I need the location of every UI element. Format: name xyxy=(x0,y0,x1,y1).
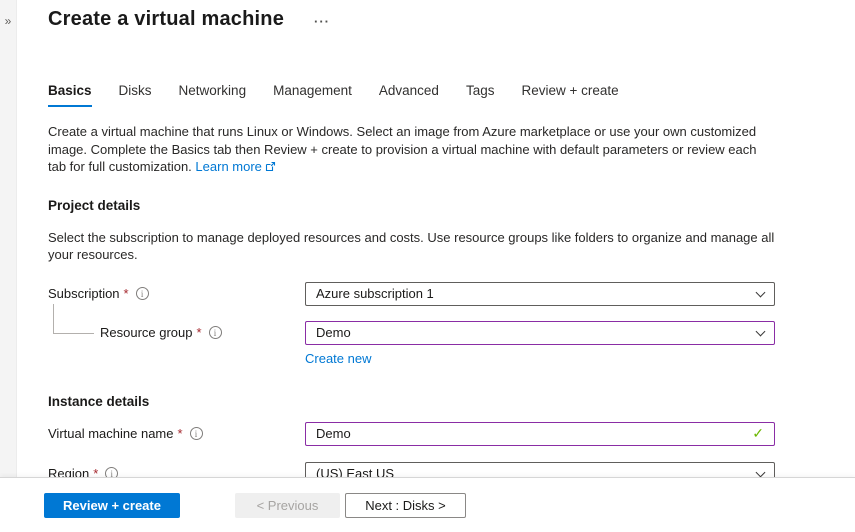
tab-networking[interactable]: Networking xyxy=(179,83,247,107)
parent-child-connector xyxy=(53,304,94,334)
subscription-dropdown[interactable]: Azure subscription 1 xyxy=(305,282,775,306)
chevron-down-icon xyxy=(756,467,766,477)
info-icon[interactable]: i xyxy=(190,427,203,440)
region-dropdown[interactable]: (US) East US xyxy=(305,462,775,478)
page-title: Create a virtual machine xyxy=(48,5,284,33)
required-asterisk: * xyxy=(93,466,98,477)
region-label: Region* i xyxy=(48,466,305,477)
tab-tags[interactable]: Tags xyxy=(466,83,495,107)
required-asterisk: * xyxy=(124,286,129,301)
previous-button[interactable]: < Previous xyxy=(235,493,340,518)
subscription-label: Subscription* i xyxy=(48,286,305,301)
collapsed-sidebar: » xyxy=(0,0,17,477)
info-icon[interactable]: i xyxy=(136,287,149,300)
vm-name-row: Virtual machine name* i ✓ xyxy=(48,422,778,446)
project-details-heading: Project details xyxy=(48,198,778,213)
chevron-down-icon xyxy=(756,326,766,336)
resource-group-value: Demo xyxy=(316,325,351,340)
external-link-icon xyxy=(265,159,276,177)
vm-name-label: Virtual machine name* i xyxy=(48,426,305,441)
tab-review-create[interactable]: Review + create xyxy=(521,83,618,107)
resource-group-row: Resource group* i Demo xyxy=(48,321,778,345)
required-asterisk: * xyxy=(178,426,183,441)
instance-details-form: Virtual machine name* i ✓ Region* i (US)… xyxy=(48,422,778,478)
next-disks-button[interactable]: Next : Disks > xyxy=(345,493,466,518)
resource-group-dropdown[interactable]: Demo xyxy=(305,321,775,345)
tab-management[interactable]: Management xyxy=(273,83,352,107)
instance-details-heading: Instance details xyxy=(48,394,778,409)
blade-header: Create a virtual machine ··· xyxy=(48,5,778,33)
tab-disks[interactable]: Disks xyxy=(119,83,152,107)
validation-check-icon: ✓ xyxy=(752,425,764,442)
region-row: Region* i (US) East US xyxy=(48,462,778,478)
tab-basics[interactable]: Basics xyxy=(48,83,92,107)
info-icon[interactable]: i xyxy=(209,326,222,339)
wizard-footer: Review + create < Previous Next : Disks … xyxy=(0,477,855,532)
info-icon[interactable]: i xyxy=(105,467,118,477)
more-options-icon[interactable]: ··· xyxy=(314,11,330,27)
region-value: (US) East US xyxy=(316,466,394,477)
review-create-button[interactable]: Review + create xyxy=(44,493,180,518)
project-details-form: Subscription* i Azure subscription 1 Res… xyxy=(48,282,778,368)
intro-text: Create a virtual machine that runs Linux… xyxy=(48,123,778,177)
required-asterisk: * xyxy=(197,325,202,340)
subscription-row: Subscription* i Azure subscription 1 xyxy=(48,282,778,306)
create-vm-blade: Create a virtual machine ··· Basics Disk… xyxy=(48,0,778,477)
wizard-tabs: Basics Disks Networking Management Advan… xyxy=(48,83,778,107)
subscription-value: Azure subscription 1 xyxy=(316,286,434,301)
expand-panel-icon[interactable]: » xyxy=(0,14,16,28)
create-new-resource-group-link[interactable]: Create new xyxy=(305,351,371,366)
chevron-down-icon xyxy=(756,287,766,297)
intro-paragraph: Create a virtual machine that runs Linux… xyxy=(48,124,757,174)
learn-more-link[interactable]: Learn more xyxy=(195,159,261,174)
project-details-description: Select the subscription to manage deploy… xyxy=(48,229,778,264)
vm-name-input[interactable] xyxy=(316,426,752,441)
tab-advanced[interactable]: Advanced xyxy=(379,83,439,107)
vm-name-field-wrap: ✓ xyxy=(305,422,775,446)
